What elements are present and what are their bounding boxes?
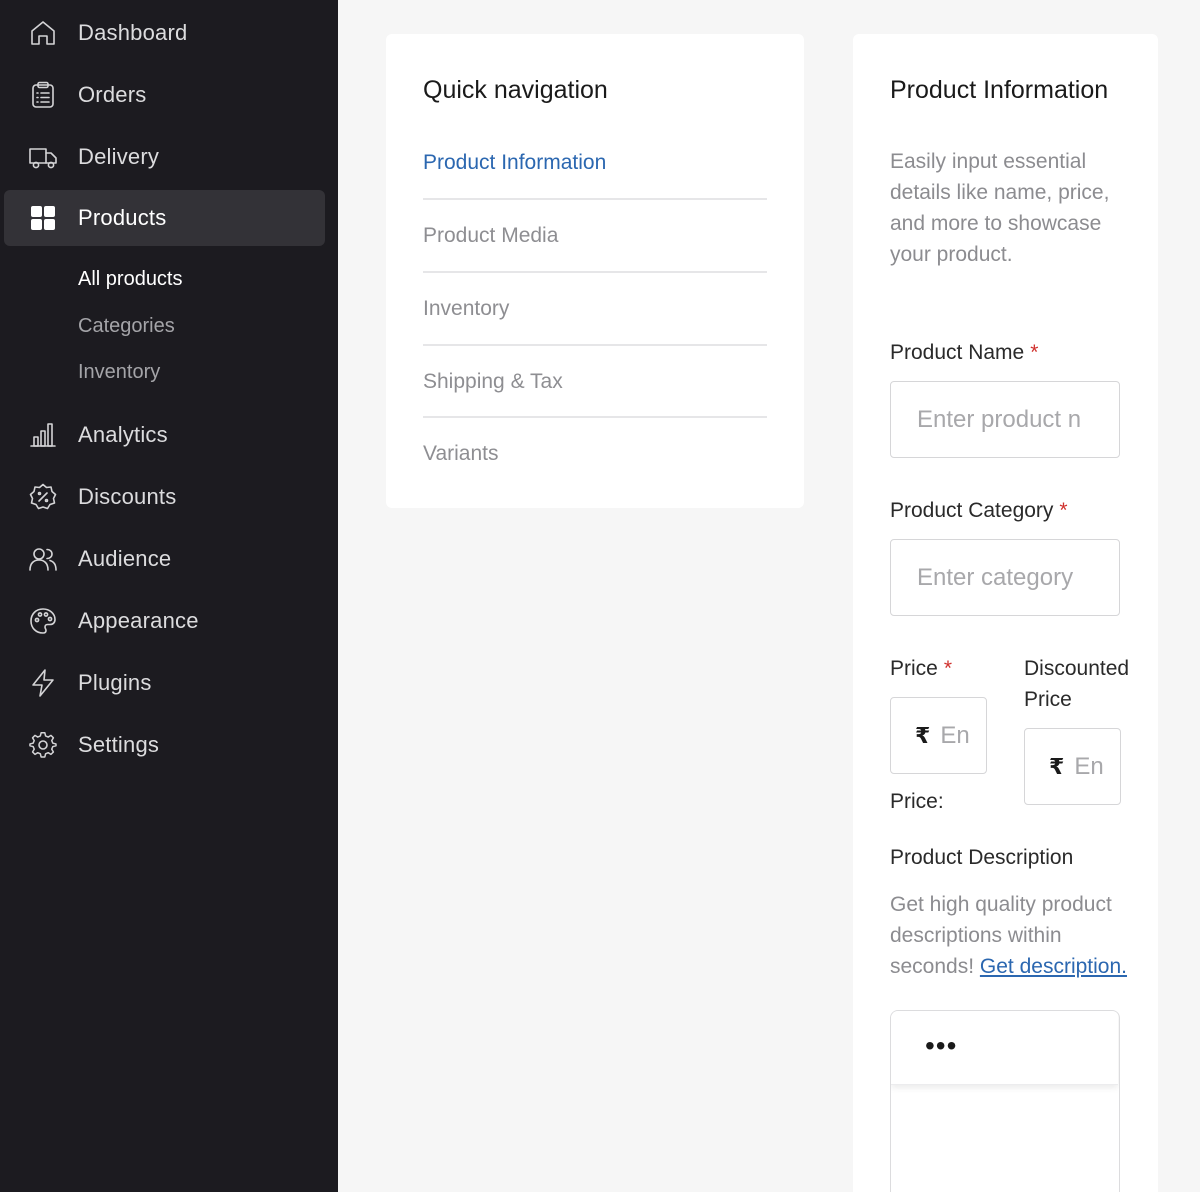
product-category-input[interactable]: Enter category (890, 539, 1120, 616)
sidebar-subitem-all-products[interactable]: All products (78, 268, 183, 291)
sidebar-item-plugins[interactable]: Plugins (4, 655, 325, 711)
price-footer-label: Price: (890, 790, 944, 813)
discounted-price-label: Discounted Price (1024, 657, 1130, 711)
editor-toolbar: ••• (891, 1011, 1118, 1085)
sidebar-item-label: Settings (78, 732, 160, 757)
description-editor[interactable]: ••• (890, 1010, 1120, 1192)
rupee-icon: ₹ (915, 722, 931, 748)
sidebar-item-label: Audience (78, 546, 172, 571)
discounted-price-input[interactable]: ₹ En (1024, 728, 1121, 805)
sidebar-item-dashboard[interactable]: Dashboard (4, 5, 325, 61)
product-category-placeholder: Enter category (917, 563, 1074, 591)
price-label: Price * (890, 657, 953, 680)
required-mark: * (1030, 341, 1039, 364)
sidebar-item-label: Dashboard (78, 20, 188, 45)
sidebar-item-label: Delivery (78, 144, 160, 169)
required-mark: * (1059, 499, 1068, 522)
lightning-icon (28, 668, 58, 698)
home-icon (28, 18, 58, 48)
sidebar-item-orders[interactable]: Orders (4, 67, 325, 123)
product-name-placeholder: Enter product n (917, 405, 1082, 433)
product-information-subtitle: Easily input essential details like name… (890, 150, 1110, 266)
sidebar-item-appearance[interactable]: Appearance (4, 593, 325, 649)
quick-navigation-title: Quick navigation (423, 76, 608, 104)
product-description-label: Product Description (890, 846, 1074, 869)
quick-navigation-card: Quick navigation Product Information Pro… (386, 34, 804, 508)
clipboard-list-icon (28, 80, 58, 110)
sidebar-item-label: Orders (78, 82, 147, 107)
sidebar-subitem-inventory[interactable]: Inventory (78, 361, 160, 384)
grid-icon (28, 203, 58, 233)
product-name-input[interactable]: Enter product n (890, 381, 1120, 458)
price-input[interactable]: ₹ En (890, 697, 987, 774)
sidebar-item-audience[interactable]: Audience (4, 531, 325, 587)
quick-nav-product-media[interactable]: Product Media (423, 199, 767, 272)
product-name-label: Product Name * (890, 341, 1039, 364)
sidebar-subitem-categories[interactable]: Categories (78, 315, 175, 338)
discount-badge-icon (28, 482, 58, 512)
sidebar-item-label: Discounts (78, 484, 177, 509)
get-description-link[interactable]: Get description. (980, 955, 1127, 978)
sidebar-item-label: Appearance (78, 608, 199, 633)
sidebar-item-label: Products (78, 205, 167, 230)
product-information-card: Product Information Easily input essenti… (853, 34, 1158, 1192)
gear-icon (28, 730, 58, 760)
sidebar: Dashboard Orders Delivery Products All p… (0, 0, 338, 1192)
sidebar-item-settings[interactable]: Settings (4, 717, 325, 773)
users-icon (28, 544, 58, 574)
more-options-icon[interactable]: ••• (925, 1031, 957, 1061)
sidebar-item-delivery[interactable]: Delivery (4, 129, 325, 185)
quick-nav-variants[interactable]: Variants (423, 417, 767, 490)
quick-nav-inventory[interactable]: Inventory (423, 272, 767, 345)
product-description-help: Get high quality product descriptions wi… (890, 893, 1127, 978)
product-information-title: Product Information (890, 76, 1109, 104)
price-placeholder: En (940, 721, 970, 749)
sidebar-item-label: Plugins (78, 670, 152, 695)
sidebar-item-analytics[interactable]: Analytics (4, 407, 325, 463)
bar-chart-icon (28, 420, 58, 450)
quick-nav-shipping-tax[interactable]: Shipping & Tax (423, 345, 767, 418)
rupee-icon: ₹ (1049, 753, 1065, 779)
quick-nav-product-information[interactable]: Product Information (423, 126, 767, 199)
discounted-price-placeholder: En (1074, 752, 1104, 780)
truck-icon (28, 142, 58, 172)
sidebar-item-label: Analytics (78, 422, 168, 447)
sidebar-item-products[interactable]: Products (4, 190, 325, 246)
palette-icon (28, 606, 58, 636)
sidebar-item-discounts[interactable]: Discounts (4, 469, 325, 525)
required-mark: * (943, 657, 953, 680)
product-category-label: Product Category * (890, 499, 1068, 522)
